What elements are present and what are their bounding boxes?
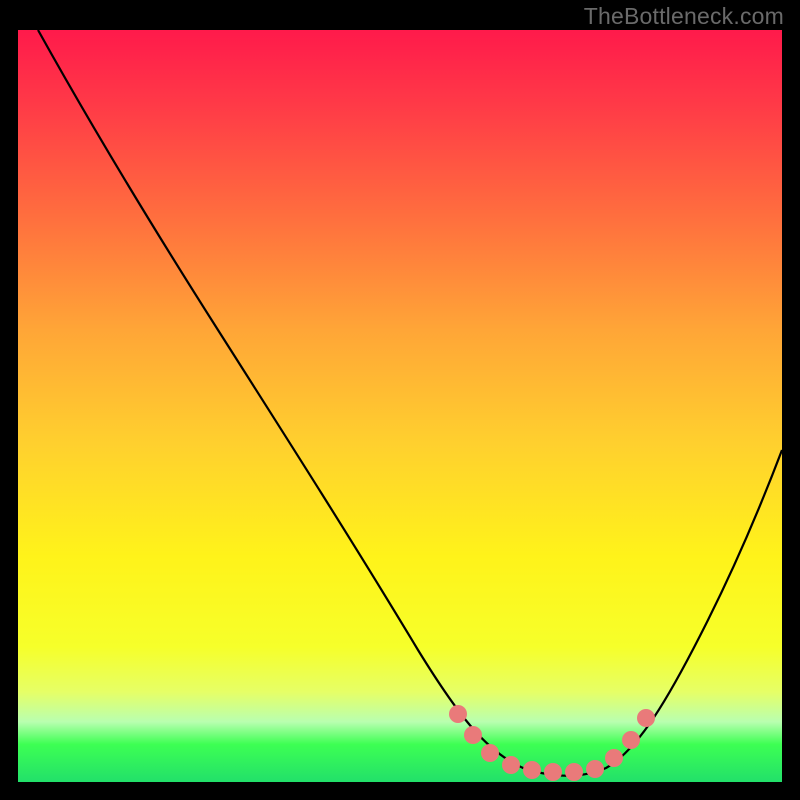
plot-area xyxy=(18,30,782,782)
bottleneck-curve xyxy=(38,30,782,776)
watermark-text: TheBottleneck.com xyxy=(584,3,784,30)
valley-markers xyxy=(449,705,655,781)
chart-frame: TheBottleneck.com xyxy=(0,0,800,800)
chart-overlay-svg xyxy=(18,30,782,782)
